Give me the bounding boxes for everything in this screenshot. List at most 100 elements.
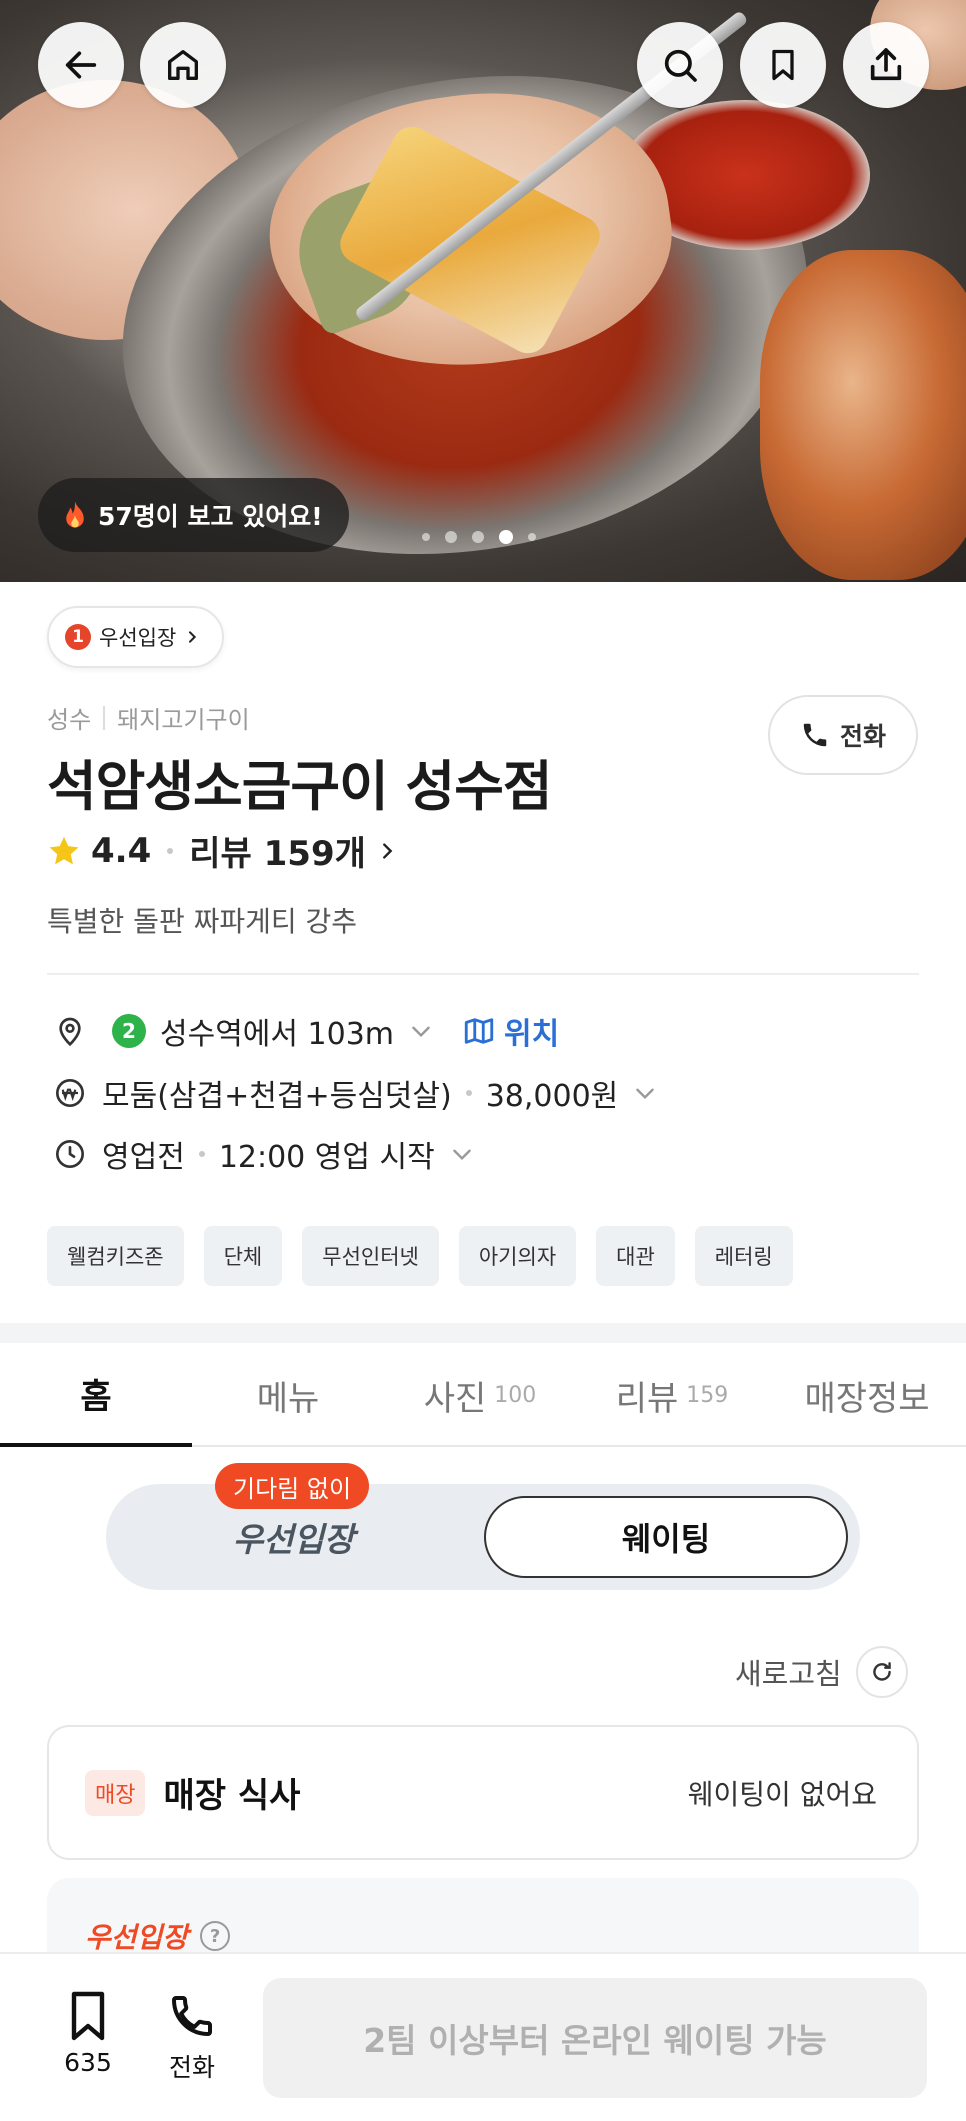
won-icon <box>52 1075 88 1111</box>
home-icon <box>168 50 198 81</box>
tab-home[interactable]: 홈 <box>0 1343 192 1447</box>
chevron-right-icon <box>189 631 197 643</box>
back-button[interactable] <box>38 22 124 108</box>
refresh-button[interactable] <box>855 1646 908 1698</box>
menu-price-row[interactable]: 모둠(삼겹+천겹+등심덧살) 38,000원 <box>52 1071 658 1115</box>
location-text: 성수역에서 103m <box>160 1017 395 1052</box>
home-button[interactable] <box>140 22 226 108</box>
call-button-label: 전화 <box>839 722 886 751</box>
tab-label: 리뷰 <box>615 1378 679 1419</box>
carousel-indicator <box>422 530 536 544</box>
fire-icon <box>66 501 84 528</box>
priority-entry-option-label: 우선입장 <box>232 1520 355 1559</box>
map-icon <box>464 1018 494 1044</box>
tab-count: 159 <box>686 1382 729 1408</box>
priority-entry-chip[interactable]: 1 우선입장 <box>47 606 225 668</box>
breadcrumb-category: 돼지고기구이 <box>117 706 250 734</box>
bottom-call-label: 전화 <box>168 2053 215 2082</box>
online-waiting-label: 2팀 이상부터 온라인 웨이팅 가능 <box>363 2021 827 2060</box>
amenity-tags: 웰컴키즈존 단체 무선인터넷 아기의자 대관 레터링 <box>47 1226 793 1286</box>
live-viewers-badge: 57명이 보고 있어요! <box>38 478 349 552</box>
share-button[interactable] <box>843 22 929 108</box>
breadcrumb: 성수 돼지고기구이 <box>47 700 250 735</box>
bottom-call-button[interactable]: 전화 <box>152 1990 232 2084</box>
menu-name: 모둠(삼겹+천겹+등심덧살) <box>102 1079 452 1114</box>
chevron-right-icon <box>382 842 393 859</box>
amenity-tag: 아기의자 <box>458 1226 577 1286</box>
phone-icon <box>172 1996 212 2036</box>
tab-photos[interactable]: 사진 100 <box>384 1343 576 1447</box>
search-button[interactable] <box>637 22 723 108</box>
no-wait-badge: 기다림 없이 <box>215 1463 370 1509</box>
tab-menu[interactable]: 메뉴 <box>192 1343 384 1447</box>
section-divider <box>47 973 919 975</box>
waiting-option[interactable]: 웨이팅 <box>484 1496 848 1578</box>
breadcrumb-area: 성수 <box>47 706 92 734</box>
search-icon <box>664 49 697 82</box>
hero-photo[interactable]: 57명이 보고 있어요! <box>0 0 966 582</box>
phone-icon <box>803 723 827 747</box>
refresh-control[interactable]: 새로고침 <box>735 1646 908 1698</box>
bottom-bookmark-button[interactable]: 635 <box>48 1990 128 2077</box>
location-row[interactable]: 2 성수역에서 103m 위치 <box>52 1009 559 1053</box>
tab-count: 100 <box>494 1382 537 1408</box>
amenity-tag: 무선인터넷 <box>302 1226 439 1286</box>
star-icon <box>49 836 79 864</box>
hero-kimchi <box>760 250 966 580</box>
hours-status: 영업전 <box>102 1140 185 1175</box>
chevron-down-icon <box>412 1026 430 1038</box>
content-tabs: 홈 메뉴 사진 100 리뷰 159 매장정보 <box>0 1343 966 1447</box>
bookmark-icon <box>71 1991 105 2041</box>
dine-in-badge: 매장 <box>85 1769 146 1816</box>
bottom-action-bar: 635 전화 2팀 이상부터 온라인 웨이팅 가능 <box>0 1952 966 2121</box>
share-icon <box>870 48 902 81</box>
carousel-dot <box>528 533 536 541</box>
priority-entry-title-text: 우선입장 <box>85 1921 189 1954</box>
menu-price: 38,000원 <box>485 1079 619 1114</box>
priority-entry-title: 우선입장 ? <box>85 1916 231 1956</box>
hours-separator <box>198 1151 205 1157</box>
amenity-tag: 웰컴키즈존 <box>47 1226 184 1286</box>
amenity-tag: 대관 <box>596 1226 675 1286</box>
waiting-option-label: 웨이팅 <box>621 1520 711 1558</box>
bookmark-button[interactable] <box>740 22 826 108</box>
review-count-link[interactable]: 리뷰 159개 <box>189 826 366 875</box>
shop-tagline: 특별한 돌판 짜파게티 강추 <box>47 905 358 938</box>
live-viewers-text: 57명이 보고 있어요! <box>98 502 323 531</box>
dine-in-card[interactable]: 매장 매장 식사 웨이팅이 없어요 <box>47 1725 919 1860</box>
subway-line-badge: 2 <box>112 1014 146 1048</box>
refresh-icon <box>872 1662 891 1681</box>
help-icon[interactable]: ? <box>200 1921 231 1951</box>
amenity-tag: 단체 <box>203 1226 283 1286</box>
tab-label: 메뉴 <box>256 1378 320 1419</box>
rating-value: 4.4 <box>91 830 152 871</box>
carousel-dot-active <box>499 530 513 544</box>
tab-reviews[interactable]: 리뷰 159 <box>576 1343 768 1447</box>
tab-store-info[interactable]: 매장정보 <box>768 1343 966 1447</box>
hours-row[interactable]: 영업전 12:00 영업 시작 <box>52 1132 475 1176</box>
chevron-down-icon <box>636 1088 655 1100</box>
hours-text: 12:00 영업 시작 <box>218 1140 435 1175</box>
carousel-dot <box>445 531 457 543</box>
online-waiting-button[interactable]: 2팀 이상부터 온라인 웨이팅 가능 <box>263 1978 927 2098</box>
refresh-label: 새로고침 <box>735 1657 842 1691</box>
carousel-dot <box>472 531 484 543</box>
rating-row[interactable]: 4.4 리뷰 159개 <box>47 826 398 875</box>
arrow-left-icon <box>65 51 97 79</box>
clock-icon <box>52 1136 88 1172</box>
carousel-dot <box>422 533 430 541</box>
priority-entry-label: 우선입장 <box>99 626 177 650</box>
tab-label: 매장정보 <box>804 1378 930 1419</box>
priority-number-badge: 1 <box>65 624 91 650</box>
rating-separator <box>167 847 174 854</box>
dine-in-title: 매장 식사 <box>163 1776 301 1816</box>
bookmark-icon <box>772 49 794 81</box>
call-button[interactable]: 전화 <box>768 695 918 775</box>
map-link-label: 위치 <box>504 1017 560 1052</box>
map-link[interactable]: 위치 <box>462 1009 559 1053</box>
bookmark-count: 635 <box>64 2048 112 2077</box>
tab-label: 사진 <box>423 1378 487 1419</box>
menu-separator <box>465 1090 472 1096</box>
section-gap <box>0 1323 966 1343</box>
chevron-down-icon <box>452 1149 471 1161</box>
